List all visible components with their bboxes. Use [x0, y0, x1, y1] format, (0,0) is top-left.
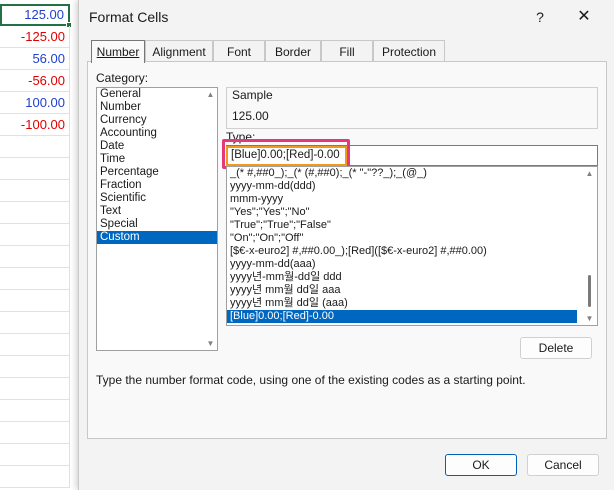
- cancel-button[interactable]: Cancel: [527, 454, 599, 476]
- format-item[interactable]: _(* #,##0_);_(* (#,##0);_(* "-"??_);_(@_…: [227, 167, 577, 180]
- empty-cell[interactable]: [0, 466, 70, 488]
- empty-cell[interactable]: [0, 136, 70, 158]
- empty-cell[interactable]: [0, 268, 70, 290]
- delete-button[interactable]: Delete: [520, 337, 592, 359]
- help-button[interactable]: ?: [529, 6, 551, 28]
- category-list[interactable]: General Number Currency Accounting Date …: [96, 87, 218, 351]
- tab-label: Protection: [381, 45, 437, 59]
- format-item-selected[interactable]: [Blue]0.00;[Red]-0.00: [227, 310, 577, 323]
- category-item[interactable]: Special: [97, 218, 217, 231]
- cell-a6[interactable]: -100.00: [0, 114, 70, 136]
- format-item[interactable]: [$€-x-euro2] #,##0.00_);[Red]([$€-x-euro…: [227, 245, 577, 258]
- format-list-scrollbar[interactable]: ▲ ▼: [583, 167, 597, 325]
- cell-value: -125.00: [20, 29, 65, 44]
- spreadsheet-column: 125.00 -125.00 56.00 -56.00 100.00 -100.…: [0, 0, 80, 490]
- cancel-button-label: Cancel: [544, 458, 582, 472]
- format-item[interactable]: yyyy년-mm월-dd일 ddd: [227, 271, 577, 284]
- cell-a3[interactable]: 56.00: [0, 48, 70, 70]
- cell-a5[interactable]: 100.00: [0, 92, 70, 114]
- tab-number[interactable]: Number: [91, 40, 145, 63]
- format-item[interactable]: yyyy-mm-dd(aaa): [227, 258, 577, 271]
- format-item[interactable]: "Yes";"Yes";"No": [227, 206, 577, 219]
- category-label: Category:: [96, 71, 149, 85]
- tab-alignment[interactable]: Alignment: [145, 40, 213, 62]
- category-item[interactable]: Fraction: [97, 179, 217, 192]
- cell-value: 125.00: [24, 7, 64, 22]
- format-code-list[interactable]: _(* #,##0_);_(* (#,##0);_(* "-"??_);_(@_…: [226, 166, 598, 326]
- format-item[interactable]: yyyy년 mm월 dd일 (aaa): [227, 297, 577, 310]
- empty-cell[interactable]: [0, 202, 70, 224]
- category-item[interactable]: Text: [97, 205, 217, 218]
- tab-label: Font: [226, 45, 251, 59]
- sample-value: 125.00: [232, 109, 269, 123]
- format-item[interactable]: "True";"True";"False": [227, 219, 577, 232]
- ok-button-label: OK: [472, 458, 490, 472]
- tab-label: Number: [96, 45, 140, 59]
- scroll-down-icon[interactable]: ▼: [204, 339, 217, 348]
- tab-protection[interactable]: Protection: [373, 40, 445, 62]
- ok-button[interactable]: OK: [445, 454, 517, 476]
- tab-label: Fill: [339, 45, 355, 59]
- empty-cell[interactable]: [0, 312, 70, 334]
- empty-cell[interactable]: [0, 158, 70, 180]
- category-item[interactable]: Number: [97, 101, 217, 114]
- tab-label: Alignment: [152, 45, 206, 59]
- sample-label: Sample: [232, 88, 273, 102]
- empty-cell[interactable]: [0, 224, 70, 246]
- format-item[interactable]: yyyy-mm-dd(ddd): [227, 180, 577, 193]
- category-item[interactable]: Date: [97, 140, 217, 153]
- cell-a4[interactable]: -56.00: [0, 70, 70, 92]
- scroll-thumb[interactable]: [588, 275, 591, 307]
- number-tab-panel: Category: General Number Currency Accoun…: [87, 61, 607, 439]
- category-item[interactable]: Accounting: [97, 127, 217, 140]
- category-item[interactable]: Currency: [97, 114, 217, 127]
- tab-font[interactable]: Font: [213, 40, 265, 62]
- empty-cell[interactable]: [0, 334, 70, 356]
- empty-cell[interactable]: [0, 290, 70, 312]
- empty-cell[interactable]: [0, 246, 70, 268]
- close-button[interactable]: ✕: [573, 6, 595, 28]
- empty-cell[interactable]: [0, 356, 70, 378]
- scroll-up-icon[interactable]: ▲: [583, 169, 596, 178]
- format-cells-dialog: Format Cells ? ✕ Number Alignment Font B…: [78, 0, 614, 490]
- empty-cell[interactable]: [0, 378, 70, 400]
- category-item[interactable]: General: [97, 88, 217, 101]
- cell-value: 100.00: [25, 95, 65, 110]
- scroll-down-icon[interactable]: ▼: [583, 314, 596, 323]
- empty-cell[interactable]: [0, 422, 70, 444]
- dialog-title: Format Cells: [89, 9, 169, 25]
- format-item[interactable]: yyyy년 mm월 dd일 aaa: [227, 284, 577, 297]
- category-item[interactable]: Time: [97, 153, 217, 166]
- tab-border[interactable]: Border: [265, 40, 321, 62]
- empty-cell[interactable]: [0, 180, 70, 202]
- scroll-up-icon[interactable]: ▲: [204, 90, 217, 99]
- cell-value: 56.00: [32, 51, 65, 66]
- cell-a2[interactable]: -125.00: [0, 26, 70, 48]
- cell-a1[interactable]: 125.00: [0, 4, 72, 28]
- category-item[interactable]: Scientific: [97, 192, 217, 205]
- format-description: Type the number format code, using one o…: [96, 373, 526, 387]
- category-item[interactable]: Percentage: [97, 166, 217, 179]
- highlight-box-inner: [226, 146, 347, 166]
- category-scrollbar[interactable]: ▲ ▼: [204, 88, 217, 350]
- title-bar[interactable]: Format Cells ? ✕: [79, 0, 614, 34]
- format-item[interactable]: "On";"On";"Off": [227, 232, 577, 245]
- tab-label: Border: [274, 45, 312, 59]
- empty-cell[interactable]: [0, 444, 70, 466]
- cell-value: -100.00: [20, 117, 65, 132]
- delete-button-label: Delete: [538, 341, 574, 355]
- format-item[interactable]: mmm-yyyy: [227, 193, 577, 206]
- empty-cell[interactable]: [0, 400, 70, 422]
- sample-group: Sample 125.00: [226, 87, 598, 129]
- category-item-selected[interactable]: Custom: [97, 231, 217, 244]
- cell-value: -56.00: [28, 73, 65, 88]
- tab-fill[interactable]: Fill: [321, 40, 373, 62]
